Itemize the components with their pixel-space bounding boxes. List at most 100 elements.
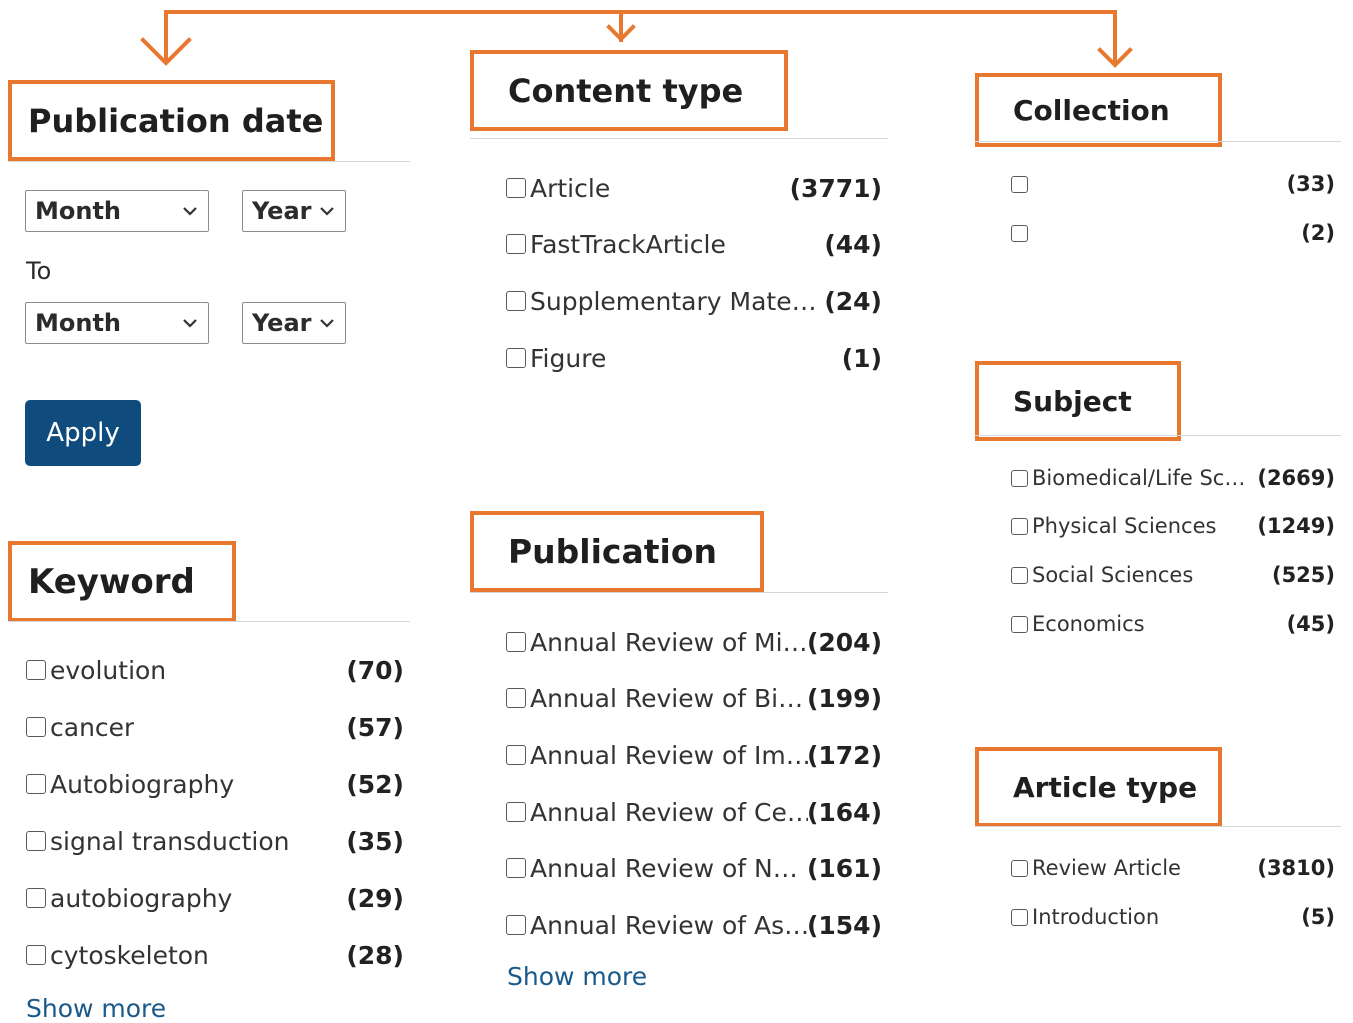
- facet-count: (3771): [789, 173, 882, 203]
- facet-label: Social Sciences: [1032, 563, 1194, 587]
- facet-count: (161): [806, 853, 882, 883]
- keyword-item-cytoskeleton[interactable]: cytoskeleton (28): [26, 937, 404, 973]
- checkbox[interactable]: [26, 660, 46, 680]
- checkbox[interactable]: [1011, 175, 1028, 193]
- divider: [470, 138, 888, 139]
- checkbox[interactable]: [506, 291, 526, 311]
- article-type-item[interactable]: Introduction (5): [1011, 903, 1335, 931]
- facet-count: (204): [806, 627, 882, 657]
- checkbox[interactable]: [506, 745, 526, 765]
- publication-date-header: Publication date: [8, 80, 335, 161]
- content-type-item-supplementary[interactable]: Supplementary Mate… (24): [506, 283, 882, 319]
- keyword-item-autobiography[interactable]: autobiography (29): [26, 880, 404, 916]
- facet-label: signal transduction: [50, 826, 290, 856]
- facet-count: (1): [841, 343, 882, 373]
- facet-label: Figure: [530, 343, 607, 373]
- article-type-title: Article type: [1013, 770, 1198, 804]
- checkbox[interactable]: [506, 915, 526, 935]
- facet-label: Introduction: [1032, 905, 1160, 929]
- keyword-item-cancer[interactable]: cancer (57): [26, 709, 404, 745]
- checkbox[interactable]: [1011, 517, 1028, 535]
- checkbox[interactable]: [1011, 469, 1028, 487]
- checkbox[interactable]: [1011, 908, 1028, 926]
- content-type-header: Content type: [470, 50, 788, 131]
- facet-label: Review Article: [1032, 856, 1181, 880]
- facet-count: (199): [806, 683, 882, 713]
- checkbox[interactable]: [506, 348, 526, 368]
- checkbox[interactable]: [506, 234, 526, 254]
- keyword-item-signal-transduction[interactable]: signal transduction (35): [26, 823, 404, 859]
- facet-count: (172): [806, 740, 882, 770]
- keyword-show-more-link[interactable]: Show more: [26, 994, 166, 1023]
- keyword-item-autobiography-capital[interactable]: Autobiography (52): [26, 766, 404, 802]
- facet-count: (44): [824, 229, 882, 259]
- publication-item[interactable]: Annual Review of Mi… (204): [506, 624, 882, 660]
- checkbox[interactable]: [26, 831, 46, 851]
- from-year-value: Year: [252, 197, 312, 225]
- facet-count: (3810): [1257, 856, 1335, 880]
- to-month-select[interactable]: Month: [25, 302, 209, 344]
- publication-item[interactable]: Annual Review of Im… (172): [506, 737, 882, 773]
- facet-label: Annual Review of As…: [530, 910, 808, 940]
- facet-label: Annual Review of Bi…: [530, 683, 804, 713]
- checkbox[interactable]: [506, 178, 526, 198]
- apply-button[interactable]: Apply: [25, 400, 141, 466]
- publication-header: Publication: [470, 511, 764, 592]
- from-year-select[interactable]: Year: [242, 190, 346, 232]
- content-type-item-fasttrack[interactable]: FastTrackArticle (44): [506, 226, 882, 262]
- publication-item[interactable]: Annual Review of N… (161): [506, 850, 882, 886]
- collection-item[interactable]: (33): [1011, 170, 1335, 198]
- checkbox[interactable]: [26, 774, 46, 794]
- to-year-value: Year: [252, 309, 312, 337]
- article-type-item[interactable]: Review Article (3810): [1011, 854, 1335, 882]
- publication-item[interactable]: Annual Review of As… (154): [506, 907, 882, 943]
- facet-label: Annual Review of Im…: [530, 740, 808, 770]
- facet-count: (154): [806, 910, 882, 940]
- publication-item[interactable]: Annual Review of Ce… (164): [506, 794, 882, 830]
- divider: [470, 592, 888, 593]
- publication-show-more-link[interactable]: Show more: [507, 962, 647, 991]
- facet-count: (28): [346, 940, 404, 970]
- checkbox[interactable]: [26, 717, 46, 737]
- checkbox[interactable]: [1011, 224, 1028, 242]
- facet-count: (35): [346, 826, 404, 856]
- to-year-select[interactable]: Year: [242, 302, 346, 344]
- checkbox[interactable]: [26, 888, 46, 908]
- checkbox[interactable]: [26, 945, 46, 965]
- keyword-item-evolution[interactable]: evolution (70): [26, 652, 404, 688]
- checkbox[interactable]: [506, 688, 526, 708]
- from-month-value: Month: [35, 197, 122, 225]
- checkbox[interactable]: [1011, 859, 1028, 877]
- checkbox[interactable]: [506, 858, 526, 878]
- facet-count: (525): [1271, 563, 1335, 587]
- facet-label: Physical Sciences: [1032, 514, 1217, 538]
- facet-label: FastTrackArticle: [530, 229, 726, 259]
- collection-title: Collection: [1013, 93, 1170, 127]
- checkbox[interactable]: [1011, 566, 1028, 584]
- from-month-select[interactable]: Month: [25, 190, 209, 232]
- facet-label: cancer: [50, 712, 135, 742]
- chevron-down-icon: [320, 319, 334, 328]
- facet-count: (5): [1301, 905, 1335, 929]
- facet-count: (24): [824, 286, 882, 316]
- subject-title: Subject: [1013, 384, 1132, 418]
- subject-item[interactable]: Economics (45): [1011, 610, 1335, 638]
- collection-header: Collection: [975, 73, 1222, 147]
- facet-count: (33): [1286, 172, 1335, 196]
- publication-title: Publication: [508, 532, 718, 571]
- checkbox[interactable]: [506, 632, 526, 652]
- checkbox[interactable]: [506, 802, 526, 822]
- collection-item[interactable]: (2): [1011, 219, 1335, 247]
- content-type-item-article[interactable]: Article (3771): [506, 170, 882, 206]
- facet-label: Autobiography: [50, 769, 235, 799]
- publication-item[interactable]: Annual Review of Bi… (199): [506, 680, 882, 716]
- to-label: To: [26, 257, 52, 285]
- subject-item[interactable]: Social Sciences (525): [1011, 561, 1335, 589]
- subject-item[interactable]: Physical Sciences (1249): [1011, 512, 1335, 540]
- facet-label: evolution: [50, 655, 167, 685]
- subject-item[interactable]: Biomedical/Life Sc… (2669): [1011, 464, 1335, 492]
- checkbox[interactable]: [1011, 615, 1028, 633]
- content-type-item-figure[interactable]: Figure (1): [506, 340, 882, 376]
- divider: [975, 141, 1341, 142]
- keyword-header: Keyword: [8, 541, 236, 622]
